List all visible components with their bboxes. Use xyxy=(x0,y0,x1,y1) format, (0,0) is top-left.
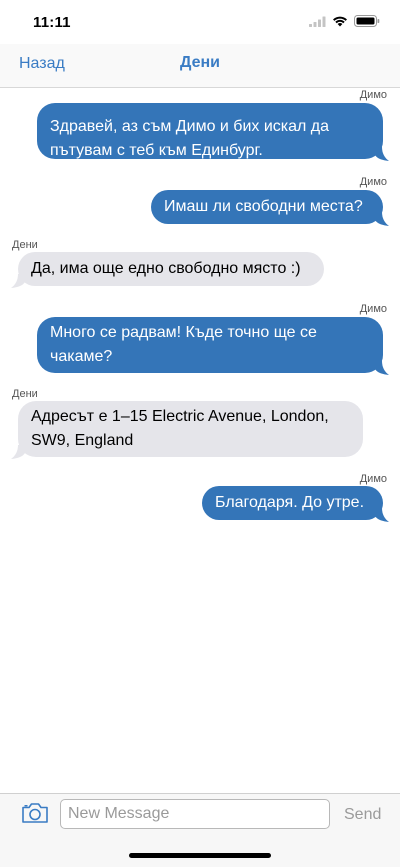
message-bubble-outgoing[interactable]: Здравей, аз съм Димо и бих искал да пъту… xyxy=(37,103,383,159)
status-bar: 11:11 xyxy=(0,0,400,44)
message-line: SW9, England xyxy=(31,432,134,449)
page-title: Дени xyxy=(180,54,220,71)
sender-label: Дени xyxy=(12,239,38,251)
message-line: Адресът е 1–15 Electric Avenue, London, xyxy=(31,408,329,425)
signal-icon xyxy=(309,16,326,27)
camera-icon xyxy=(22,803,48,823)
bubble-tail xyxy=(375,508,389,522)
message-line: пътувам с теб към Единбург. xyxy=(50,142,263,159)
message-bubble-outgoing[interactable]: Много се радвам! Къде точно ще се чакаме… xyxy=(37,317,383,373)
send-button[interactable]: Send xyxy=(344,806,381,824)
sender-label: Димо xyxy=(359,176,387,188)
status-icons xyxy=(309,15,380,27)
message-line: чакаме? xyxy=(50,348,113,365)
sender-label: Димо xyxy=(359,89,387,101)
sender-label: Димо xyxy=(359,473,387,485)
sender-label: Дени xyxy=(12,388,38,400)
message-bubble-outgoing[interactable]: Благодаря. До утре. xyxy=(202,486,383,520)
battery-icon xyxy=(354,15,380,27)
message-input[interactable] xyxy=(60,799,330,829)
message-bubble-incoming[interactable]: Да, има още едно свободно място :) xyxy=(18,252,324,286)
bubble-tail xyxy=(375,212,389,226)
bubble-tail xyxy=(375,361,389,375)
message-line: Имаш ли свободни места? xyxy=(164,198,363,215)
wifi-icon xyxy=(333,16,347,27)
camera-button[interactable] xyxy=(21,802,49,829)
navigation-bar: Назад Дени xyxy=(0,44,400,88)
message-line: Здравей, аз съм Димо и бих искал да xyxy=(50,118,330,135)
sender-label: Димо xyxy=(359,303,387,315)
bubble-tail xyxy=(11,445,25,459)
message-bubble-incoming[interactable]: Адресът е 1–15 Electric Avenue, London, … xyxy=(18,401,363,457)
home-indicator xyxy=(129,853,271,858)
bubble-tail xyxy=(11,274,25,288)
status-time: 11:11 xyxy=(33,14,71,31)
message-bubble-outgoing[interactable]: Имаш ли свободни места? xyxy=(151,190,383,224)
bubble-tail xyxy=(375,147,389,161)
message-line: Много се радвам! Къде точно ще се xyxy=(50,324,317,341)
message-line: Да, има още едно свободно място :) xyxy=(31,260,301,277)
message-line: Благодаря. До утре. xyxy=(215,494,365,511)
